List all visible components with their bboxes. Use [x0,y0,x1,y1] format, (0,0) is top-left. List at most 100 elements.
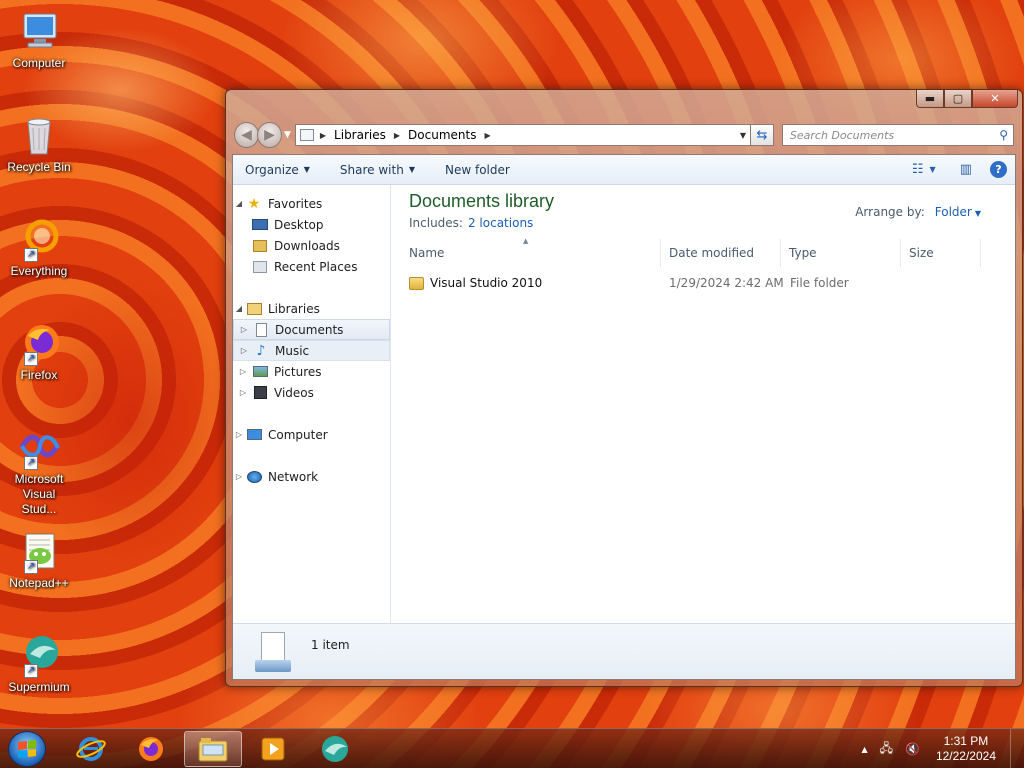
desktop-icon-everything[interactable]: ↗ Everything [4,216,74,278]
expand-triangle-icon[interactable]: ▷ [237,388,249,397]
collapse-triangle-icon[interactable]: ◢ [233,304,245,313]
shortcut-arrow-icon: ↗ [24,664,38,678]
column-label: Type [789,246,817,260]
computer-icon [16,8,62,54]
nav-label: Favorites [268,196,323,211]
clock[interactable]: 1:31 PM 12/22/2024 [936,734,996,764]
arrange-by-label: Arrange by: [855,205,925,219]
change-view-icon[interactable]: ☷ [912,162,924,177]
show-hidden-icons-icon[interactable]: ▲ [861,745,867,754]
search-input[interactable]: Search Documents ⚲ [781,124,1014,146]
taskbar-internet-explorer[interactable] [62,731,120,767]
explorer-body: Organize ▼ Share with ▼ New folder ☷ ▼ ▥ ?… [232,154,1016,680]
nav-desktop[interactable]: Desktop [233,214,390,235]
view-options-chevron-icon[interactable]: ▼ [930,165,936,174]
column-header-name[interactable]: Name ▲ [401,237,661,267]
help-icon[interactable]: ? [990,161,1007,178]
breadcrumb-documents[interactable]: Documents [408,128,476,142]
star-icon: ★ [247,195,261,212]
nav-music[interactable]: ▷ ♪ Music [233,340,390,361]
show-desktop-button[interactable] [1010,729,1024,768]
desktop-icon-label: Supermium [8,680,70,694]
nav-recent-places[interactable]: Recent Places [233,256,390,277]
desktop-icon-label: Microsoft Visual Stud... [14,472,64,516]
table-row[interactable]: Visual Studio 2010 1/29/2024 2:42 AM Fil… [409,273,985,293]
expand-triangle-icon[interactable]: ▷ [238,346,250,355]
address-bar[interactable]: ▶ Libraries ▶ Documents ▶ ▼ [294,124,751,146]
nav-documents[interactable]: ▷ Documents [233,319,390,340]
back-button[interactable]: ◀ [234,122,259,148]
maximize-button[interactable]: ▢ [944,90,972,108]
search-placeholder: Search Documents [789,128,895,142]
expand-triangle-icon[interactable]: ▷ [233,430,245,439]
nav-computer[interactable]: ▷ Computer [233,424,390,445]
desktop-icon-recycle-bin[interactable]: Recycle Bin [4,112,74,174]
expand-triangle-icon[interactable]: ▷ [238,325,250,334]
clock-time: 1:31 PM [943,734,989,748]
network-status-icon[interactable]: 🖧 [880,739,893,760]
collapse-triangle-icon[interactable]: ◢ [233,199,245,208]
new-folder-button[interactable]: New folder [445,163,510,177]
taskbar-supermium[interactable] [306,731,364,767]
desktop-icon-firefox[interactable]: ↗ Firefox [4,320,74,382]
desktop-icon-notepad-plus-plus[interactable]: ↗ Notepad++ [4,528,74,590]
nav-label: Recent Places [274,259,358,274]
organize-button[interactable]: Organize ▼ [245,163,310,177]
taskbar-windows-explorer[interactable] [184,731,242,767]
nav-libraries[interactable]: ◢ Libraries [233,298,390,319]
breadcrumb-separator-icon[interactable]: ▶ [484,131,490,140]
expand-triangle-icon[interactable]: ▷ [233,472,245,481]
navigation-bar: ◀ ▶ ▼ ▶ Libraries ▶ Documents ▶ ▼ ⇆ Sear… [234,122,1014,148]
nav-label: Downloads [274,238,340,253]
caption-buttons: ▬ ▢ ✕ [916,90,1018,108]
column-header-date-modified[interactable]: Date modified [661,239,781,267]
volume-muted-icon[interactable]: 🔇 [905,742,920,756]
includes-locations-link[interactable]: 2 locations [468,216,533,230]
pictures-icon [251,364,269,380]
preview-pane-icon[interactable]: ▥ [960,162,972,177]
shortcut-arrow-icon: ↗ [24,248,38,262]
nav-videos[interactable]: ▷ Videos [233,382,390,403]
breadcrumb-libraries[interactable]: Libraries [334,128,386,142]
start-button[interactable] [8,731,46,767]
nav-pictures[interactable]: ▷ Pictures [233,361,390,382]
breadcrumb-separator-icon[interactable]: ▶ [320,131,326,140]
forward-button[interactable]: ▶ [256,122,282,148]
desktop-icon-supermium[interactable]: ↗ Supermium [4,632,74,694]
refresh-button[interactable]: ⇆ [750,124,774,146]
nav-downloads[interactable]: Downloads [233,235,390,256]
recent-pages-dropdown[interactable]: ▼ [284,130,291,140]
internet-explorer-icon [76,737,106,761]
desktop-icon-label: Computer [12,56,66,70]
chevron-down-icon: ▼ [303,165,310,174]
file-name: Visual Studio 2010 [430,276,543,290]
column-headers: Name ▲ Date modified Type Size [401,237,985,267]
details-pane: 1 item [233,623,1015,679]
network-icon [245,469,263,485]
refresh-icon: ⇆ [756,127,768,143]
arrange-by-dropdown[interactable]: Folder [935,205,972,219]
share-with-button[interactable]: Share with ▼ [340,163,415,177]
taskbar-firefox[interactable] [122,731,180,767]
search-icon: ⚲ [999,128,1008,142]
minimize-button[interactable]: ▬ [916,90,944,108]
expand-triangle-icon[interactable]: ▷ [237,367,249,376]
close-button[interactable]: ✕ [972,90,1018,108]
column-header-type[interactable]: Type [781,239,901,267]
libraries-icon [245,301,263,317]
desktop-icon-label: Notepad++ [9,576,69,590]
taskbar-media-player[interactable] [244,731,302,767]
windows-logo-icon [18,740,36,758]
navigation-pane: ◢ ★ Favorites Desktop Downloads Recent Pla… [233,185,391,623]
breadcrumb-separator-icon[interactable]: ▶ [394,131,400,140]
view-controls: ☷ ▼ ▥ ? [898,161,1015,178]
nav-favorites[interactable]: ◢ ★ Favorites [233,193,390,214]
shortcut-arrow-icon: ↗ [24,352,38,366]
nav-network[interactable]: ▷ Network [233,466,390,487]
address-dropdown-icon[interactable]: ▼ [736,131,750,140]
system-tray: ▲ 🖧 🔇 1:31 PM 12/22/2024 [855,729,1024,768]
desktop-icon-computer[interactable]: Computer [4,8,74,70]
column-header-size[interactable]: Size [901,239,981,267]
desktop-icon-visual-studio[interactable]: ↗ Microsoft Visual Stud... [4,424,74,517]
nav-label: Network [268,469,319,484]
